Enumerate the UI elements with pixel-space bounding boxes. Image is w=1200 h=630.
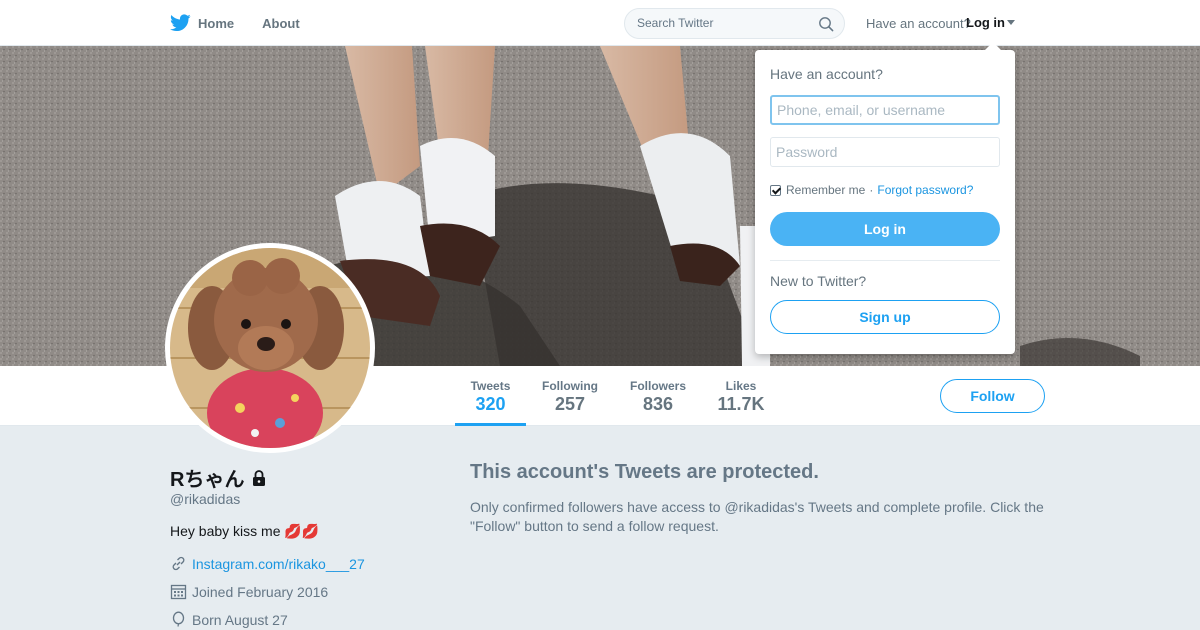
login-dropdown-heading: Have an account? [770,66,883,82]
stat-likes[interactable]: Likes 11.7K [710,366,772,426]
stat-tweets-value: 320 [475,394,506,414]
profile-joined-row: Joined February 2016 [170,583,328,600]
search-input[interactable]: Search Twitter [624,8,845,39]
link-icon [172,556,185,571]
nav-left: Home About [170,0,328,46]
nav-about-label: About [262,15,300,31]
protected-title: This account's Tweets are protected. [470,461,819,483]
signup-button[interactable]: Sign up [770,300,1000,334]
search-placeholder: Search Twitter [637,16,714,30]
login-dropdown: Have an account? Remember me · Forgot pa… [755,42,1015,354]
stat-tweets[interactable]: Tweets 320 [455,366,526,426]
twitter-bird-icon [170,14,191,32]
stat-following[interactable]: Following 257 [536,366,604,426]
password-field[interactable] [770,137,1000,167]
stat-following-value: 257 [554,394,586,414]
profile-website-row: Instagram.com/rikako___27 [170,555,365,572]
stat-likes-value: 11.7K [717,394,765,414]
profile-joined-text: Joined February 2016 [192,583,329,600]
stat-followers-value: 836 [642,394,674,414]
profile-name-text: Rちゃん [170,469,245,491]
stat-likes-label: Likes [725,379,757,393]
profile-website-link[interactable]: Instagram.com/rikako___27 [192,556,365,572]
nav-home[interactable]: Home [170,14,234,32]
forgot-password-link[interactable]: Forgot password? [877,183,973,197]
username-field[interactable] [770,95,1000,125]
follow-button[interactable]: Follow [940,379,1045,413]
stat-followers[interactable]: Followers 836 [624,366,692,426]
login-dropdown-toggle[interactable]: Log in [966,15,1015,30]
top-nav: Home About Search Twitter Have an accoun… [0,0,1200,46]
new-to-twitter-text: New to Twitter? [770,273,867,289]
remember-separator: · [869,183,874,197]
protected-message: Only confirmed followers have access to … [470,499,1044,534]
lock-icon [253,469,266,486]
nav-home-label: Home [198,15,235,31]
dropdown-divider [770,260,1000,261]
avatar-photo [170,248,370,448]
remember-me-label: Remember me [786,183,866,197]
avatar[interactable] [165,243,375,453]
balloon-icon [172,611,185,627]
profile-name: Rちゃん [170,463,268,492]
login-button[interactable]: Log in [770,212,1000,246]
stat-followers-label: Followers [629,379,686,393]
search-icon[interactable] [818,16,834,32]
caret-down-icon [1007,20,1015,25]
remember-row: Remember me · Forgot password? [770,183,973,197]
profile-bio: Hey baby kiss me 💋💋 [170,523,320,539]
profile-born-text: Born August 27 [192,611,288,628]
stat-following-label: Following [542,379,598,393]
stat-tweets-label: Tweets [470,379,511,393]
calendar-icon [170,584,187,600]
nav-about[interactable]: About [262,16,300,31]
profile-born-row: Born August 27 [170,611,288,628]
remember-me-checkbox[interactable] [770,184,781,196]
profile-handle[interactable]: @rikadidas [170,491,240,507]
account-prompt: Have an account? [866,16,971,31]
login-toggle-label: Log in [966,15,1005,30]
